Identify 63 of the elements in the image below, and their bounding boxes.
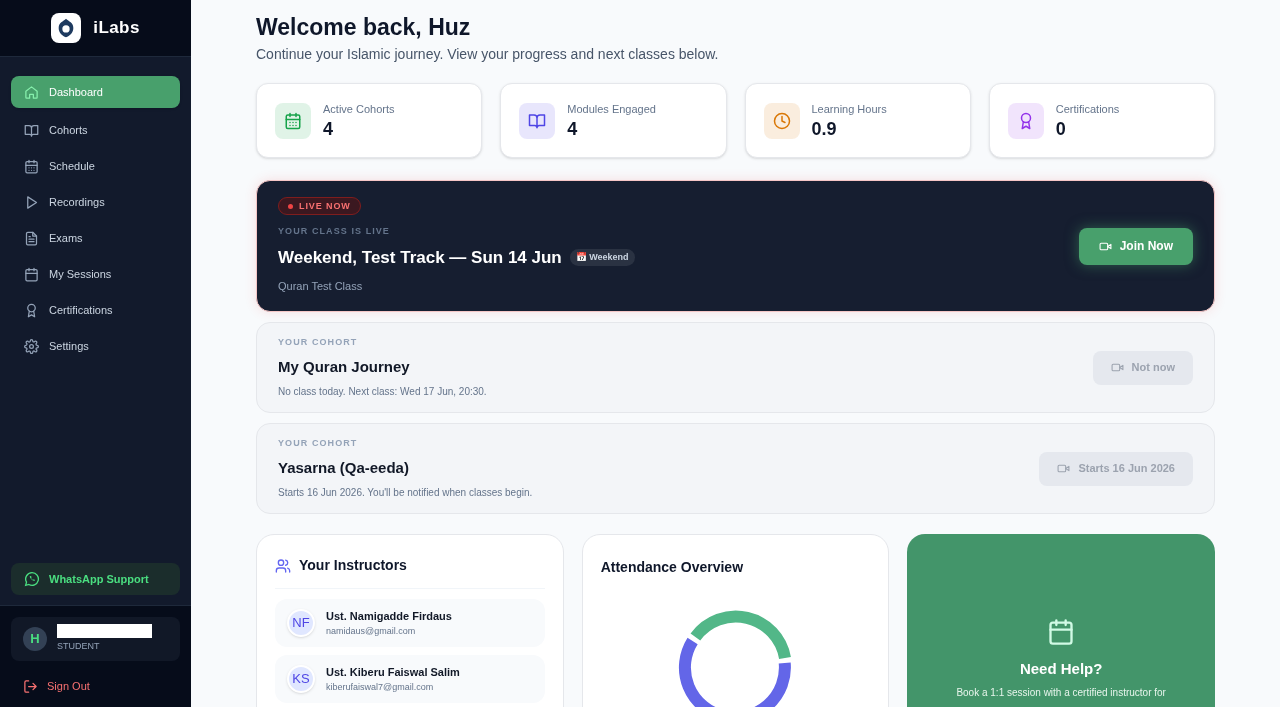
logo-icon (51, 13, 82, 43)
sidebar-item[interactable]: Schedule (11, 152, 180, 180)
book-icon (528, 111, 547, 130)
stat-label: Learning Hours (811, 102, 887, 118)
brand-name: iLabs (93, 17, 140, 40)
stat-value: 4 (567, 117, 579, 140)
document-icon (24, 230, 39, 246)
user-role: STUDENT (57, 640, 101, 654)
sidebar-item[interactable]: My Sessions (11, 260, 180, 288)
class-subtitle: Quran Test Class (278, 279, 364, 295)
clock-icon (772, 111, 791, 130)
card-title: Attendance Overview (600, 559, 744, 575)
chat-bubble-icon (24, 571, 40, 587)
calendar-icon (1047, 618, 1076, 646)
instructor-name: Ust. Kiberu Faiswal Salim (326, 665, 460, 680)
settings-icon (24, 338, 39, 354)
sidebar-item[interactable]: Cohorts (11, 116, 180, 144)
sign-out-button[interactable]: Sign Out (11, 675, 180, 697)
users-icon (275, 557, 291, 574)
live-badge: LIVE NOW (278, 197, 361, 216)
video-camera-icon (1057, 462, 1071, 475)
instructor-avatar: KS (287, 665, 315, 693)
stat-label: Active Cohorts (323, 102, 395, 118)
tag: 📅 Weekend (569, 248, 635, 267)
class-title: Yasarna (Qa-eeda) (278, 457, 409, 478)
instructor-avatar: NF (287, 609, 315, 637)
instructor-email: kiberufaiswal7@gmail.com (326, 680, 435, 694)
eyebrow-label: YOUR COHORT (278, 336, 359, 349)
welcome-heading: Welcome back, Huz (256, 13, 472, 42)
whatsapp-support-button[interactable]: WhatsApp Support (11, 563, 180, 595)
home-icon (24, 84, 39, 100)
welcome-subtitle: Continue your Islamic journey. View your progress and next classes below. (256, 45, 720, 64)
class-subtitle: No class today. Next class: Wed 17 Jun, 20:30. (278, 385, 487, 399)
calendar-icon (24, 158, 39, 174)
class-title: My Quran Journey (278, 356, 410, 377)
stat-value: 0 (1055, 117, 1067, 140)
instructor-row[interactable]: KS Ust. Kiberu Faiswal Salim kiberufaiswal7@gmail.com (275, 655, 545, 703)
sidebar-item[interactable]: Exams (11, 224, 180, 252)
stat-label: Certifications (1055, 102, 1120, 118)
eyebrow-label: YOUR CLASS IS LIVE (278, 225, 391, 239)
book-icon (24, 122, 39, 138)
help-title: Need Help? (1019, 659, 1103, 679)
user-avatar: H (23, 627, 47, 651)
eyebrow-label: YOUR COHORT (278, 437, 359, 450)
instructor-row[interactable]: NF Ust. Namigadde Firdaus namidaus@gmail.com (275, 599, 545, 647)
calendar-icon (284, 111, 302, 130)
help-text: Book a 1:1 session with a certified instructor for (956, 685, 1166, 700)
award-icon (24, 302, 39, 318)
card-title: Your Instructors (299, 556, 407, 575)
calendar-icon (24, 266, 39, 282)
logout-icon (23, 678, 38, 694)
class-title: Weekend, Test Track — Sun 14 Jun (278, 246, 562, 269)
play-icon (24, 194, 39, 210)
video-camera-icon (1110, 361, 1124, 374)
sidebar-item[interactable]: Certifications (11, 296, 180, 324)
sidebar-item[interactable]: Recordings (11, 188, 180, 216)
stat-value: 4 (323, 117, 334, 140)
stat-value: 0.9 (811, 117, 838, 140)
sidebar-item[interactable]: Settings (11, 332, 180, 360)
class-subtitle: Starts 16 Jun 2026. You'll be notified when classes begin. (278, 486, 533, 500)
instructor-email: namidaus@gmail.com (326, 624, 417, 638)
instructor-name: Ust. Namigadde Firdaus (326, 609, 452, 624)
stat-label: Modules Engaged (567, 102, 656, 118)
